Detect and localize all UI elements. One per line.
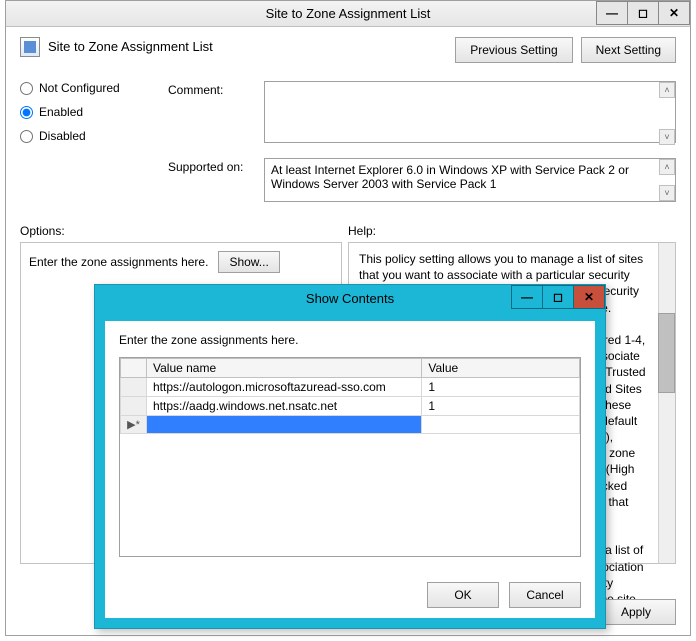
help-label: Help:	[348, 224, 376, 238]
comment-row: Comment: ˄ ˅	[168, 81, 676, 146]
supported-wrap: At least Internet Explorer 6.0 in Window…	[264, 158, 676, 202]
cell-value[interactable]	[422, 416, 580, 434]
supported-text: At least Internet Explorer 6.0 in Window…	[264, 158, 676, 202]
row-header[interactable]	[121, 378, 147, 397]
window-controls: — ◻ ✕	[597, 1, 690, 26]
modal-cancel-button[interactable]: Cancel	[509, 582, 581, 608]
radio-disabled-input[interactable]	[20, 130, 33, 143]
radio-disabled[interactable]: Disabled	[20, 129, 150, 143]
supported-row: Supported on: At least Internet Explorer…	[168, 158, 676, 202]
modal-footer-buttons: OK Cancel	[427, 582, 581, 608]
state-radios: Not Configured Enabled Disabled	[20, 81, 150, 202]
modal-border: Enter the zone assignments here. Value n…	[95, 311, 605, 628]
modal-body: Enter the zone assignments here. Value n…	[105, 321, 595, 618]
comment-supported-block: Comment: ˄ ˅ Supported on: At least Inte…	[168, 81, 676, 202]
radio-not-configured-label: Not Configured	[39, 81, 120, 95]
maximize-button[interactable]: ◻	[627, 1, 659, 25]
grid-corner	[121, 359, 147, 378]
grid-row[interactable]: https://aadg.windows.net.nsatc.net 1	[121, 397, 580, 416]
modal-ok-button[interactable]: OK	[427, 582, 499, 608]
comment-label: Comment:	[168, 81, 258, 146]
cell-value-name[interactable]: https://autologon.microsoftazuread-sso.c…	[147, 378, 422, 397]
radio-enabled-label: Enabled	[39, 105, 83, 119]
cell-value[interactable]: 1	[422, 378, 580, 397]
grid-header-row: Value name Value	[121, 359, 580, 378]
supported-label: Supported on:	[168, 158, 258, 202]
grid-new-row[interactable]: ▶*	[121, 416, 580, 434]
cell-value-name[interactable]: https://aadg.windows.net.nsatc.net	[147, 397, 422, 416]
radio-enabled-input[interactable]	[20, 106, 33, 119]
policy-title: Site to Zone Assignment List	[48, 37, 213, 54]
modal-window-controls: — ◻ ✕	[512, 285, 605, 311]
modal-minimize-button[interactable]: —	[511, 285, 543, 309]
config-row: Not Configured Enabled Disabled Comment:	[20, 81, 676, 202]
help-scrollthumb[interactable]	[658, 313, 675, 393]
cell-value[interactable]: 1	[422, 397, 580, 416]
modal-maximize-button[interactable]: ◻	[542, 285, 574, 309]
col-header-name[interactable]: Value name	[147, 359, 422, 378]
main-titlebar[interactable]: Site to Zone Assignment List — ◻ ✕	[6, 1, 690, 27]
show-button[interactable]: Show...	[218, 251, 279, 273]
comment-input[interactable]	[264, 81, 676, 143]
modal-prompt: Enter the zone assignments here.	[119, 333, 581, 347]
section-labels: Options: Help:	[20, 224, 676, 238]
minimize-button[interactable]: —	[596, 1, 628, 25]
header-row: Site to Zone Assignment List Previous Se…	[20, 37, 676, 63]
show-contents-dialog: Show Contents — ◻ ✕ Enter the zone assig…	[94, 284, 606, 629]
help-scrollbar[interactable]	[658, 243, 675, 563]
cell-value-name[interactable]	[147, 416, 422, 434]
options-label: Options:	[20, 224, 348, 238]
modal-titlebar[interactable]: Show Contents — ◻ ✕	[95, 285, 605, 311]
options-prompt: Enter the zone assignments here.	[29, 255, 208, 269]
nav-buttons: Previous Setting Next Setting	[455, 37, 676, 63]
grid-row[interactable]: https://autologon.microsoftazuread-sso.c…	[121, 378, 580, 397]
radio-enabled[interactable]: Enabled	[20, 105, 150, 119]
radio-disabled-label: Disabled	[39, 129, 86, 143]
zone-assignments-grid[interactable]: Value name Value https://autologon.micro…	[119, 357, 581, 557]
col-header-value[interactable]: Value	[422, 359, 580, 378]
comment-wrap: ˄ ˅	[264, 81, 676, 146]
radio-not-configured-input[interactable]	[20, 82, 33, 95]
new-row-marker[interactable]: ▶*	[121, 416, 147, 434]
modal-close-button[interactable]: ✕	[573, 285, 605, 309]
close-button[interactable]: ✕	[658, 1, 690, 25]
window-title: Site to Zone Assignment List	[6, 6, 690, 21]
options-row: Enter the zone assignments here. Show...	[29, 251, 333, 273]
apply-button[interactable]: Apply	[596, 599, 676, 625]
radio-not-configured[interactable]: Not Configured	[20, 81, 150, 95]
previous-setting-button[interactable]: Previous Setting	[455, 37, 572, 63]
next-setting-button[interactable]: Next Setting	[581, 37, 676, 63]
row-header[interactable]	[121, 397, 147, 416]
policy-icon	[20, 37, 40, 57]
